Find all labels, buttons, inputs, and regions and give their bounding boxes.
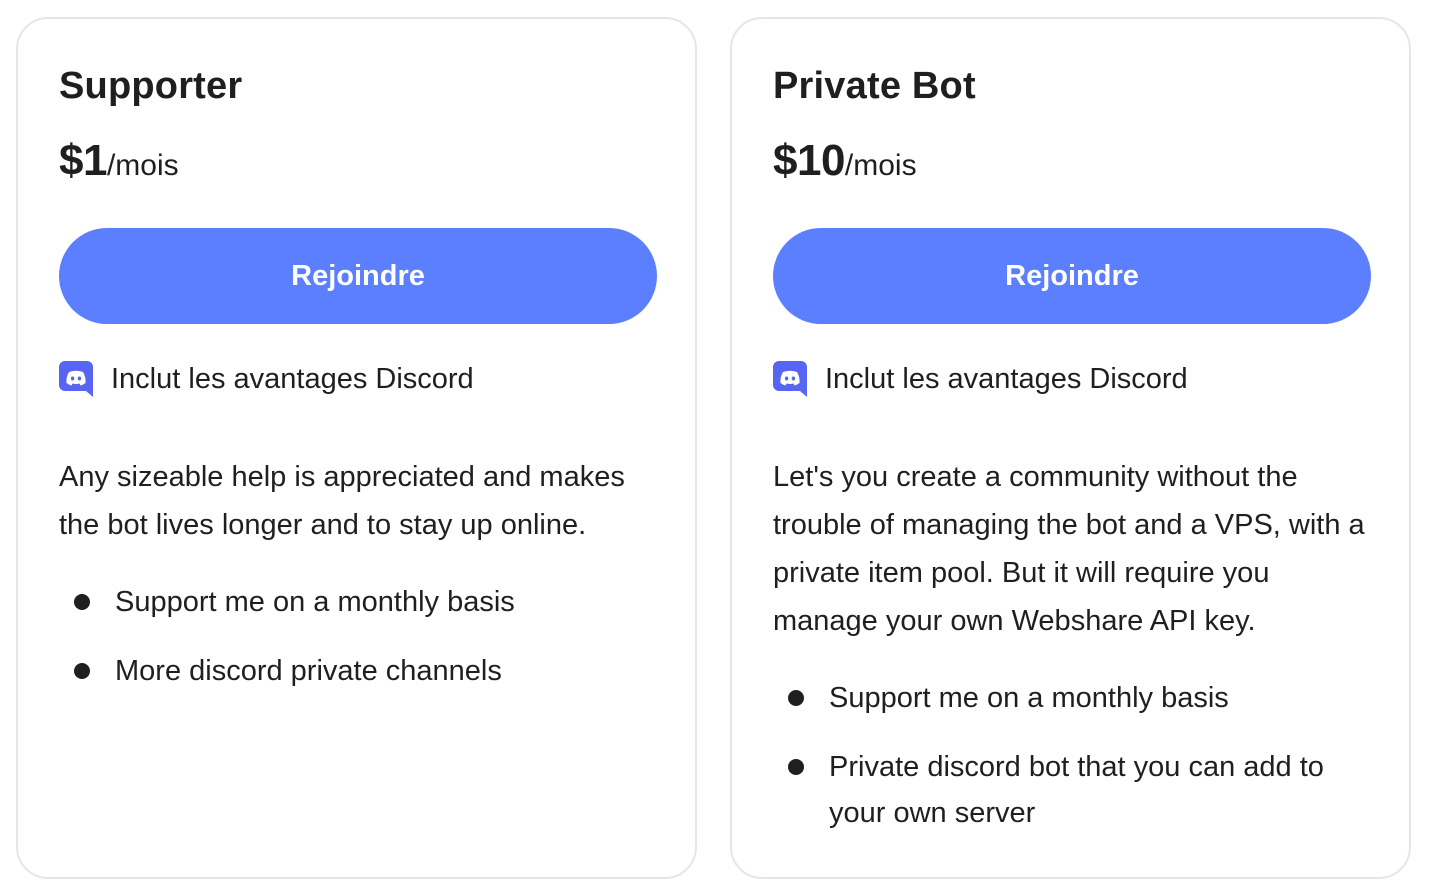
bullet-dot xyxy=(788,759,804,775)
discord-icon xyxy=(773,361,807,397)
tier-card-supporter: Supporter $1/mois Rejoindre Inclut les a… xyxy=(16,17,697,879)
pricing-tiers: Supporter $1/mois Rejoindre Inclut les a… xyxy=(0,0,1436,894)
perk-label: Inclut les avantages Discord xyxy=(825,362,1188,395)
tier-title: Supporter xyxy=(59,65,243,107)
feature-text: Private discord bot that you can add to … xyxy=(829,751,1324,829)
feature-item: Support me on a monthly basis xyxy=(59,579,659,625)
tier-card-content: Private Bot $10/mois Rejoindre Inclut le… xyxy=(773,19,1371,877)
perk-label: Inclut les avantages Discord xyxy=(111,362,474,395)
join-button[interactable]: Rejoindre xyxy=(59,228,657,324)
feature-item: Support me on a monthly basis xyxy=(773,675,1373,721)
price-period: /mois xyxy=(844,149,917,182)
discord-perk: Inclut les avantages Discord xyxy=(773,361,1188,397)
feature-text: More discord private channels xyxy=(115,655,502,687)
tier-description: Let's you create a community without the… xyxy=(773,461,1365,637)
bullet-dot xyxy=(74,594,90,610)
tier-price: $10/mois xyxy=(773,139,917,183)
tier-card-content: Supporter $1/mois Rejoindre Inclut les a… xyxy=(59,19,657,877)
price-period: /mois xyxy=(106,149,179,182)
price-amount: $10 xyxy=(773,136,845,185)
price-amount: $1 xyxy=(59,136,107,185)
tier-description: Any sizeable help is appreciated and mak… xyxy=(59,461,625,541)
feature-item: More discord private channels xyxy=(59,648,659,694)
tier-title: Private Bot xyxy=(773,65,976,107)
feature-list: Support me on a monthly basis Private di… xyxy=(773,675,1373,859)
feature-list: Support me on a monthly basis More disco… xyxy=(59,579,659,717)
join-button[interactable]: Rejoindre xyxy=(773,228,1371,324)
discord-icon xyxy=(59,361,93,397)
discord-perk: Inclut les avantages Discord xyxy=(59,361,474,397)
tier-price: $1/mois xyxy=(59,139,179,183)
bullet-dot xyxy=(74,663,90,679)
feature-text: Support me on a monthly basis xyxy=(829,682,1229,714)
feature-item: Private discord bot that you can add to … xyxy=(773,744,1373,836)
tier-card-private-bot: Private Bot $10/mois Rejoindre Inclut le… xyxy=(730,17,1411,879)
feature-text: Support me on a monthly basis xyxy=(115,586,515,618)
bullet-dot xyxy=(788,690,804,706)
